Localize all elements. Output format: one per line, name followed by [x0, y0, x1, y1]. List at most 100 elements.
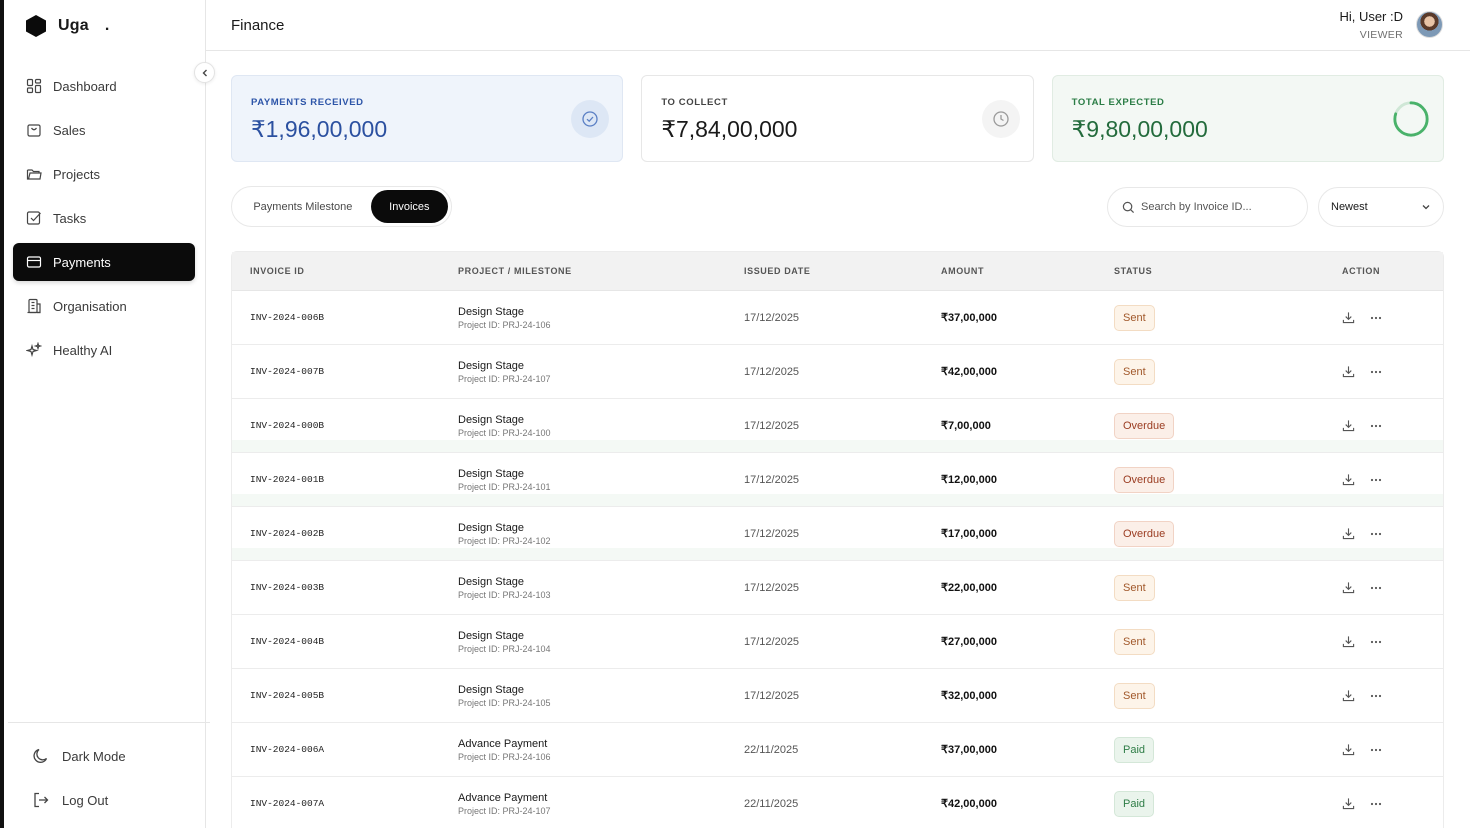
- row-actions: [1342, 797, 1383, 811]
- download-icon[interactable]: [1342, 527, 1355, 540]
- download-icon[interactable]: [1342, 797, 1355, 810]
- status-cell: Overdue: [1114, 466, 1175, 493]
- search-input[interactable]: [1141, 201, 1291, 213]
- issued-date: 17/12/2025: [744, 311, 800, 324]
- brand[interactable]: Uga .: [24, 14, 109, 38]
- amount: ₹32,00,000: [941, 690, 997, 702]
- download-icon[interactable]: [1342, 473, 1355, 486]
- row-actions: [1342, 581, 1383, 595]
- download-icon[interactable]: [1342, 635, 1355, 648]
- status-cell: Paid: [1114, 790, 1155, 817]
- project-id: Project ID: PRJ-24-106: [458, 751, 551, 762]
- amount: ₹22,00,000: [941, 582, 997, 594]
- invoice-id: INV-2024-007A: [250, 798, 325, 809]
- check-circle-icon: [571, 100, 610, 138]
- invoice-id: INV-2024-005B: [250, 690, 325, 701]
- table-row[interactable]: INV-2024-006B Design Stage Project ID: PRJ…: [232, 291, 1443, 345]
- credit-card-icon: [26, 256, 42, 268]
- user-greeting: Hi, User :D: [1339, 9, 1403, 24]
- project-milestone: Design Stage Project ID: PRJ-24-104: [458, 630, 551, 654]
- card-label: TO COLLECT: [661, 97, 728, 108]
- search-box[interactable]: [1107, 187, 1308, 227]
- row-actions: [1342, 689, 1383, 703]
- sidebar-item-tasks[interactable]: Tasks: [13, 199, 195, 237]
- status-badge: Paid: [1114, 790, 1155, 817]
- more-options-icon[interactable]: [1369, 419, 1383, 433]
- summary-cards: PAYMENTS RECEIVED ₹1,96,00,000 TO COLLEC…: [231, 75, 1444, 162]
- download-icon[interactable]: [1342, 311, 1355, 324]
- table-row[interactable]: INV-2024-000B Design Stage Project ID: PRJ…: [232, 399, 1443, 453]
- project-id: Project ID: PRJ-24-104: [458, 643, 551, 654]
- avatar[interactable]: [1416, 11, 1443, 38]
- sidebar-item-organisation[interactable]: Organisation: [13, 287, 195, 325]
- tab-invoices[interactable]: Invoices: [370, 190, 448, 223]
- col-issued-date: ISSUED DATE: [744, 266, 811, 276]
- table-header: INVOICE ID PROJECT / MILESTONE ISSUED DA…: [232, 252, 1443, 291]
- brand-dot: .: [104, 17, 110, 34]
- sidebar-item-healthy-ai[interactable]: Healthy AI: [13, 331, 195, 369]
- sidebar-item-label: Sales: [53, 122, 86, 138]
- more-options-icon[interactable]: [1369, 527, 1383, 541]
- table-row[interactable]: INV-2024-007B Design Stage Project ID: PRJ…: [232, 345, 1443, 399]
- more-options-icon[interactable]: [1369, 743, 1383, 757]
- sidebar-item-projects[interactable]: Projects: [13, 155, 195, 193]
- more-options-icon[interactable]: [1369, 473, 1383, 487]
- status-cell: Sent: [1114, 574, 1155, 601]
- page-title: Finance: [231, 17, 285, 34]
- folder-icon: [26, 169, 42, 180]
- table-row[interactable]: INV-2024-001B Design Stage Project ID: PRJ…: [232, 453, 1443, 507]
- more-options-icon[interactable]: [1369, 365, 1383, 379]
- col-amount: AMOUNT: [941, 266, 985, 276]
- user-info[interactable]: Hi, User :D VIEWER: [1339, 9, 1403, 41]
- sort-dropdown[interactable]: Newest: [1318, 187, 1444, 227]
- status-badge: Overdue: [1114, 520, 1175, 547]
- table-row[interactable]: INV-2024-005B Design Stage Project ID: PRJ…: [232, 669, 1443, 723]
- sidebar-item-dashboard[interactable]: Dashboard: [13, 67, 195, 105]
- logout-label: Log Out: [62, 792, 109, 808]
- finance-app: Uga . Dashboard Sales Projects Tasks Pay…: [0, 0, 1470, 828]
- more-options-icon[interactable]: [1369, 311, 1383, 325]
- issued-date: 22/11/2025: [744, 743, 799, 756]
- col-project-milestone: PROJECT / MILESTONE: [458, 266, 572, 276]
- table-row[interactable]: INV-2024-002B Design Stage Project ID: PRJ…: [232, 507, 1443, 561]
- table-row[interactable]: INV-2024-007A Advance Payment Project ID: …: [232, 777, 1443, 828]
- status-cell: Sent: [1114, 358, 1155, 385]
- status-cell: Sent: [1114, 682, 1155, 709]
- user-role: VIEWER: [1359, 29, 1403, 41]
- project-milestone: Design Stage Project ID: PRJ-24-106: [458, 306, 551, 330]
- more-options-icon[interactable]: [1369, 797, 1383, 811]
- row-actions: [1342, 311, 1383, 325]
- milestone-title: Design Stage: [458, 521, 525, 534]
- card-value: ₹9,80,00,000: [1071, 116, 1208, 142]
- dark-mode-toggle[interactable]: Dark Mode: [8, 737, 210, 775]
- table-row[interactable]: INV-2024-006A Advance Payment Project ID: …: [232, 723, 1443, 777]
- row-actions: [1342, 743, 1383, 757]
- issued-date: 22/11/2025: [744, 797, 799, 810]
- row-actions: [1342, 365, 1383, 379]
- logout-button[interactable]: Log Out: [8, 781, 210, 819]
- more-options-icon[interactable]: [1369, 689, 1383, 703]
- more-options-icon[interactable]: [1369, 635, 1383, 649]
- download-icon[interactable]: [1342, 689, 1355, 702]
- milestone-title: Design Stage: [458, 359, 525, 372]
- download-icon[interactable]: [1342, 365, 1355, 378]
- sidebar-collapse-button[interactable]: [194, 62, 215, 83]
- milestone-title: Design Stage: [458, 683, 525, 696]
- more-options-icon[interactable]: [1369, 581, 1383, 595]
- milestone-title: Advance Payment: [458, 737, 548, 750]
- sidebar-item-sales[interactable]: Sales: [13, 111, 195, 149]
- status-badge: Overdue: [1114, 466, 1175, 493]
- download-icon[interactable]: [1342, 419, 1355, 432]
- tab-payments-milestone[interactable]: Payments Milestone: [235, 190, 371, 223]
- table-row[interactable]: INV-2024-004B Design Stage Project ID: PRJ…: [232, 615, 1443, 669]
- brand-name: Uga: [58, 17, 89, 34]
- sidebar-item-label: Projects: [53, 166, 100, 182]
- project-milestone: Advance Payment Project ID: PRJ-24-107: [458, 792, 551, 816]
- download-icon[interactable]: [1342, 581, 1355, 594]
- invoice-id: INV-2024-006B: [250, 312, 325, 323]
- sidebar-item-payments[interactable]: Payments: [13, 243, 195, 281]
- hexagon-logo-icon: [26, 15, 46, 37]
- download-icon[interactable]: [1342, 743, 1355, 756]
- table-row[interactable]: INV-2024-003B Design Stage Project ID: PRJ…: [232, 561, 1443, 615]
- view-tabs: Payments Milestone Invoices: [231, 186, 452, 227]
